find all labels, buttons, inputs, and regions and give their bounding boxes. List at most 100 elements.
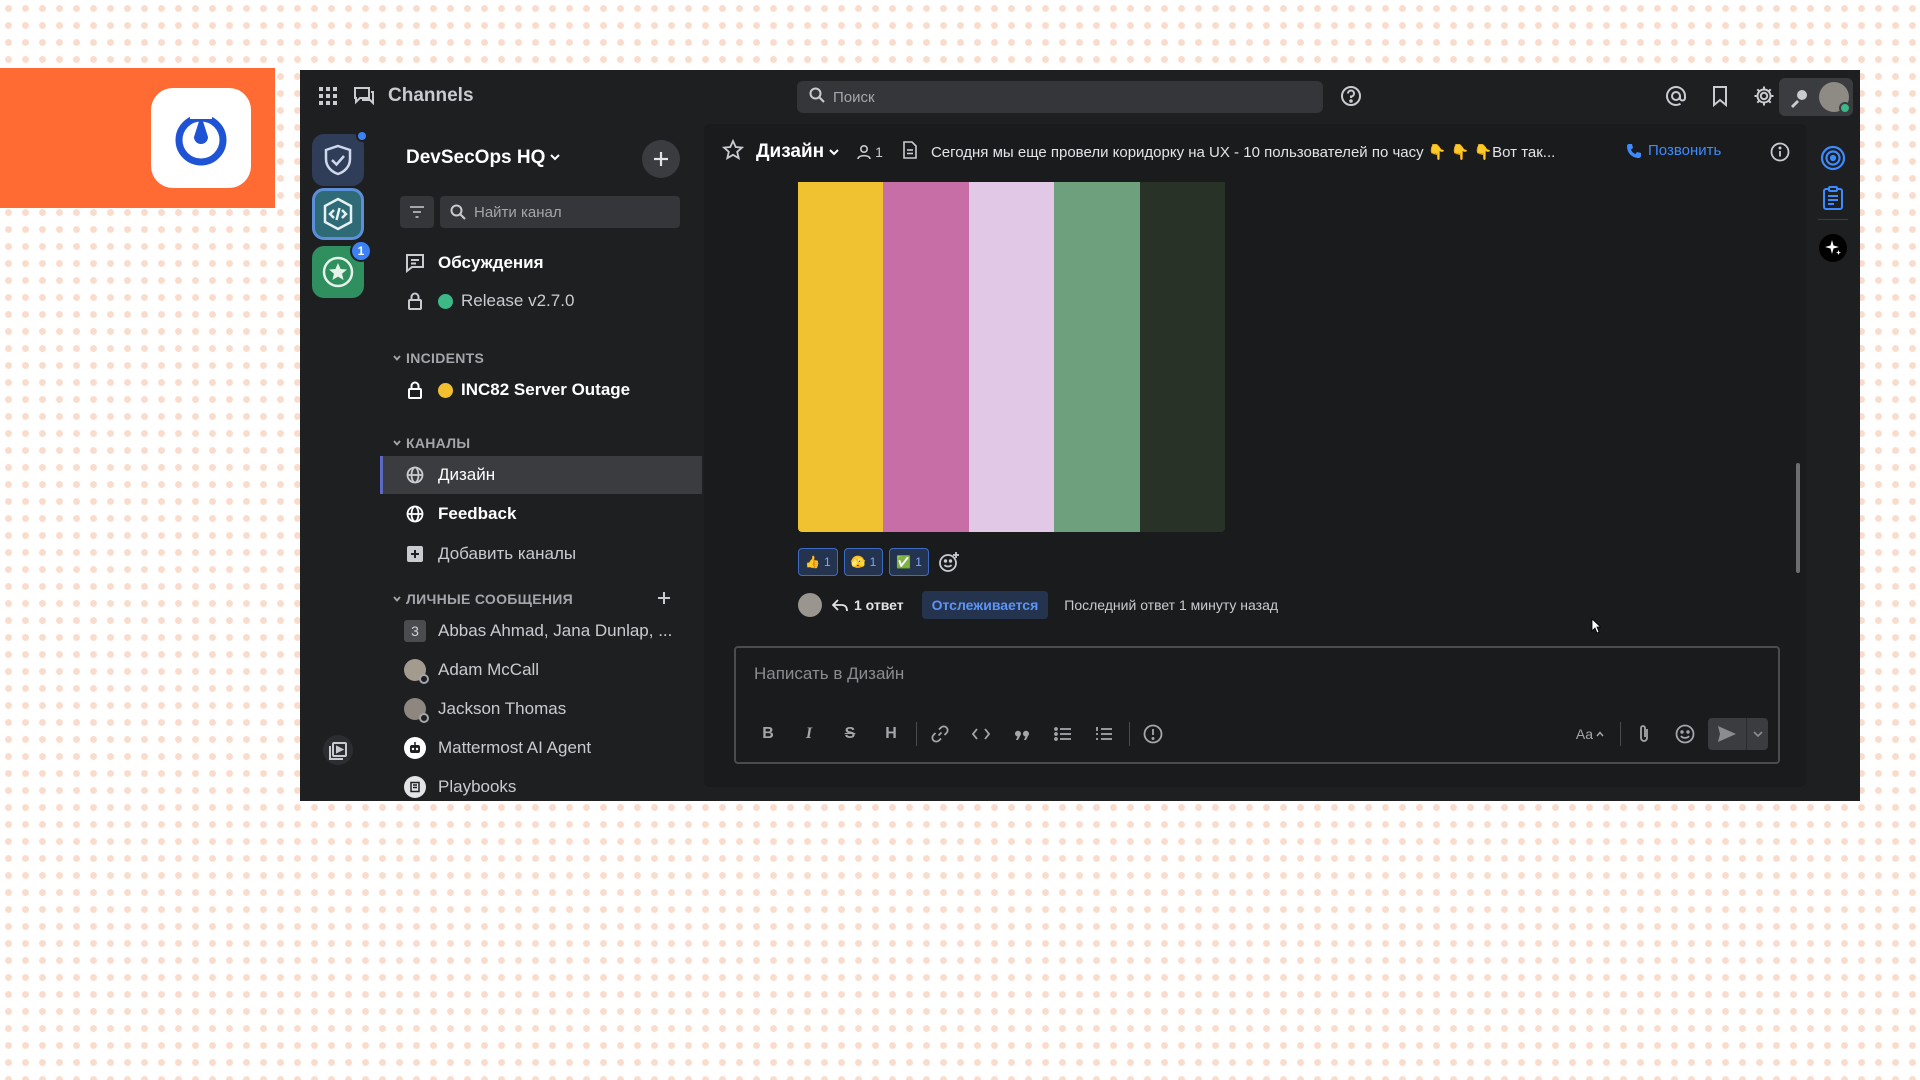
check-mark-icon: ✅: [896, 555, 912, 569]
settings-gear-icon[interactable]: [1753, 85, 1775, 112]
channel-files-icon[interactable]: [903, 140, 917, 164]
section-incidents[interactable]: INCIDENTS: [392, 350, 484, 366]
message-image-attachment[interactable]: [798, 182, 1225, 532]
mentions-icon[interactable]: [1665, 85, 1687, 112]
product-name: Channels: [388, 85, 474, 106]
color-stripe: [1139, 182, 1225, 532]
offline-status-icon: [419, 674, 429, 684]
saved-messages-icon[interactable]: [1710, 85, 1730, 112]
team-name: DevSecOps HQ: [406, 147, 546, 168]
chevron-down-icon: [1752, 731, 1763, 738]
emoji-picker-button[interactable]: [1667, 718, 1703, 750]
code-button[interactable]: [963, 718, 999, 750]
sidebar-item-dm-ai-agent[interactable]: Mattermost AI Agent: [380, 729, 702, 767]
team-star[interactable]: 1: [312, 240, 372, 298]
reaction-count: 1: [915, 555, 922, 569]
reply-count-label: 1 ответ: [854, 597, 904, 613]
channel-info-icon[interactable]: [1770, 142, 1790, 167]
help-icon[interactable]: [1340, 85, 1362, 112]
products-drawer-icon[interactable]: [322, 734, 354, 771]
section-title: ЛИЧНЫЕ СООБЩЕНИЯ: [406, 591, 574, 607]
send-icon: [1718, 726, 1736, 742]
user-account-menu[interactable]: [1779, 78, 1853, 116]
plus-icon: [654, 152, 668, 166]
numbered-list-button[interactable]: [1086, 718, 1122, 750]
section-direct-messages[interactable]: ЛИЧНЫЕ СООБЩЕНИЯ: [392, 591, 573, 607]
user-avatar: [1819, 82, 1851, 114]
sidebar-item-design[interactable]: Дизайн: [380, 456, 702, 494]
send-options-button[interactable]: [1746, 718, 1768, 750]
italic-button[interactable]: I: [791, 718, 827, 750]
reaction-check-mark[interactable]: ✅ 1: [889, 548, 929, 576]
sidebar-item-label: Jackson Thomas: [438, 699, 567, 718]
sidebar-item-feedback[interactable]: Feedback: [380, 495, 702, 533]
global-search[interactable]: [797, 81, 1323, 113]
composer-actions: Aa: [1576, 718, 1768, 750]
product-menu-icon[interactable]: [318, 86, 338, 106]
text-style-label: Aa: [1575, 726, 1593, 742]
text-style-button[interactable]: Aa: [1576, 726, 1604, 742]
color-stripe: [968, 182, 1055, 532]
app-playbooks-icon[interactable]: [1819, 184, 1847, 212]
sidebar-item-dm-jackson[interactable]: Jackson Thomas: [380, 690, 702, 728]
message-scrollbar[interactable]: [1796, 188, 1800, 628]
team-sidebar: 1: [300, 124, 380, 801]
thumbs-up-icon: 👍: [805, 555, 820, 569]
robot-icon: [404, 737, 426, 759]
chevron-down-icon: [829, 149, 839, 156]
send-button[interactable]: [1708, 718, 1746, 750]
add-reaction-button[interactable]: [935, 548, 963, 576]
app-bar-divider: [1818, 219, 1848, 220]
attach-file-button[interactable]: [1626, 718, 1662, 750]
bold-button[interactable]: B: [750, 718, 786, 750]
sidebar-item-dm-adam[interactable]: Adam McCall: [380, 651, 702, 689]
find-channel-box[interactable]: [440, 196, 680, 228]
code-icon: [972, 728, 990, 740]
emoji-icon: [1675, 724, 1695, 744]
peeking-face-icon: 🫣: [850, 555, 866, 569]
reaction-thumbs-up[interactable]: 👍 1: [798, 548, 838, 576]
find-channel-input[interactable]: [474, 203, 674, 221]
favorite-star-icon[interactable]: [721, 138, 745, 166]
avatar: [798, 593, 822, 617]
team-shield[interactable]: [312, 130, 368, 186]
online-status-icon: [1839, 102, 1851, 114]
quote-button[interactable]: [1004, 718, 1040, 750]
link-button[interactable]: [922, 718, 958, 750]
sidebar-item-dm-playbooks[interactable]: Playbooks: [380, 768, 702, 801]
sidebar-item-incident[interactable]: INC82 Server Outage: [380, 371, 702, 409]
call-button[interactable]: Позвонить: [1626, 142, 1721, 159]
mattermost-app-window: Channels Поиск 1 DevSecOps HQ Найти кана…: [300, 70, 1860, 801]
ai-assistant-icon[interactable]: [1789, 88, 1809, 113]
following-button[interactable]: Отслеживается: [921, 591, 1049, 619]
heading-button[interactable]: H: [873, 718, 909, 750]
priority-button[interactable]: [1135, 718, 1171, 750]
filter-unreads-button[interactable]: [400, 196, 434, 228]
plus-icon: [658, 592, 670, 604]
team-devsecops-hq[interactable]: [312, 188, 364, 240]
app-boards-icon[interactable]: [1819, 144, 1847, 172]
channel-members-button[interactable]: 1: [856, 144, 883, 160]
add-dm-button[interactable]: [656, 590, 672, 611]
message-input[interactable]: [754, 664, 1754, 692]
replies-button[interactable]: 1 ответ: [832, 597, 904, 613]
search-input[interactable]: [833, 88, 1293, 106]
add-channels-button[interactable]: Добавить каналы: [380, 535, 702, 573]
section-channels[interactable]: КАНАЛЫ: [392, 435, 470, 451]
sidebar-item-release[interactable]: Release v2.7.0: [380, 282, 702, 320]
strikethrough-button[interactable]: S: [832, 718, 868, 750]
app-ai-copilot-icon[interactable]: [1819, 234, 1847, 262]
channel-name-menu[interactable]: Дизайн: [756, 141, 840, 163]
sidebar-item-label: Playbooks: [438, 777, 517, 796]
add-new-button[interactable]: [642, 140, 680, 178]
team-name-menu[interactable]: DevSecOps HQ: [406, 147, 561, 169]
scroll-thumb[interactable]: [1796, 463, 1800, 573]
bulleted-list-button[interactable]: [1045, 718, 1081, 750]
sidebar-item-group-dm[interactable]: 3 Abbas Ahmad, Jana Dunlap, ...: [380, 612, 702, 650]
channel-view: Дизайн 1 Сегодня мы еще провели коридорк…: [704, 124, 1806, 787]
sidebar-item-label: Mattermost AI Agent: [438, 738, 592, 757]
reaction-peeking-face[interactable]: 🫣 1: [843, 548, 884, 576]
sidebar-item-threads[interactable]: Обсуждения: [380, 244, 702, 282]
member-icon: [857, 144, 871, 160]
mattermost-logo: [151, 88, 251, 188]
